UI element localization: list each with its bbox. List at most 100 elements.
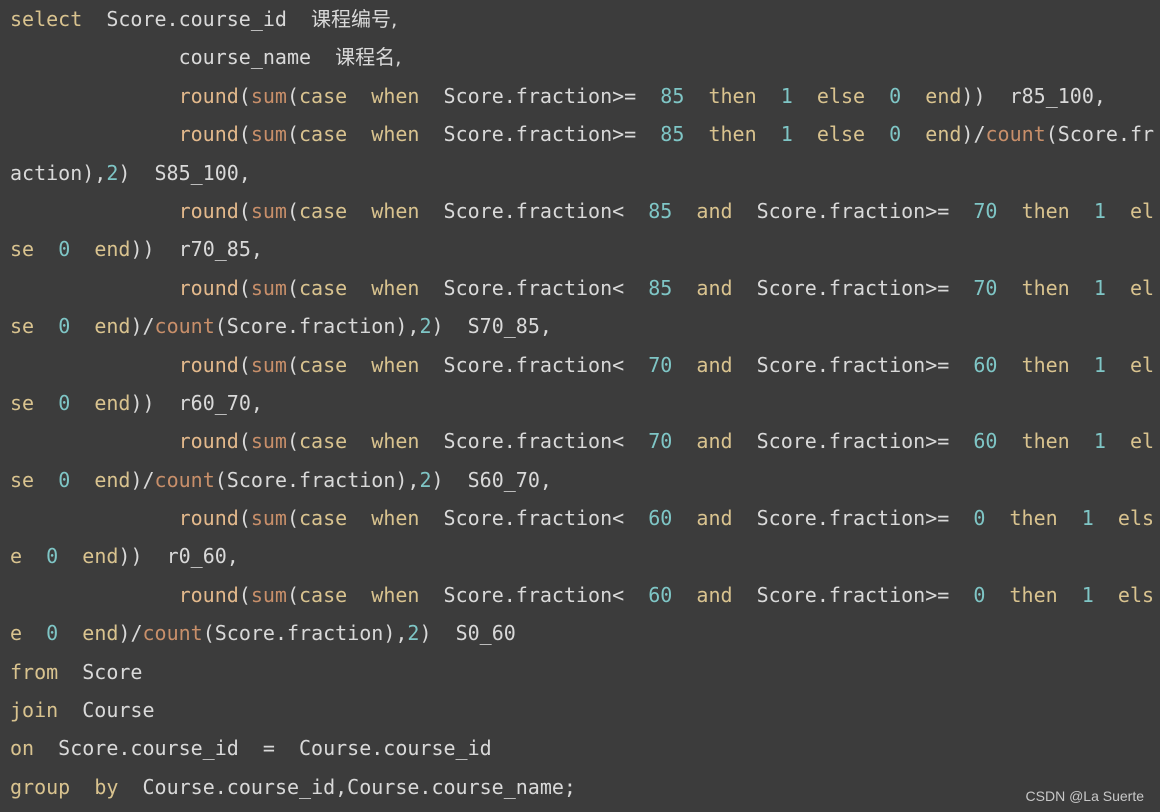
code-line: round(sum(case when Score.fraction< 85 a…: [10, 192, 1160, 230]
aggregate-token: sum: [250, 582, 287, 607]
text-token: (: [286, 198, 300, 223]
text-token: Score.fraction>=: [732, 582, 974, 607]
text-token: (: [286, 506, 300, 531]
keyword-token: and: [696, 352, 733, 377]
text-token: 课程名,: [335, 45, 402, 70]
number-token: 85: [648, 198, 673, 223]
text-token: ) S60_70,: [431, 467, 552, 492]
text-token: (Score.fraction),: [214, 314, 420, 339]
text-token: course_name: [10, 45, 336, 70]
text-token: Score.fraction>=: [419, 122, 661, 147]
aggregate-token: sum: [250, 352, 287, 377]
function-token: round: [178, 429, 239, 454]
aggregate-token: sum: [250, 275, 287, 300]
number-token: 0: [889, 122, 902, 147]
text-token: )) r0_60,: [118, 544, 239, 569]
text-token: (: [286, 429, 300, 454]
number-token: 70: [648, 429, 673, 454]
text-token: )/: [130, 314, 155, 339]
number-token: 2: [419, 314, 432, 339]
keyword-token: case: [299, 429, 348, 454]
aggregate-token: count: [142, 621, 203, 646]
aggregate-token: count: [154, 314, 215, 339]
text-token: Score.fraction>=: [732, 352, 974, 377]
keyword-token: and: [696, 198, 733, 223]
text-token: Score.fraction>=: [732, 275, 974, 300]
keyword-token: end: [925, 83, 962, 108]
aggregate-token: sum: [250, 198, 287, 223]
text-token: Score: [58, 659, 143, 684]
code-line: action),2) S85_100,: [10, 154, 1160, 192]
keyword-token: els: [1117, 506, 1155, 531]
keyword-token: then: [708, 122, 757, 147]
code-line: round(sum(case when Score.fraction< 70 a…: [10, 422, 1160, 460]
text-token: (: [286, 352, 300, 377]
text-token: Course.course_id,Course.course_name;: [118, 774, 576, 799]
keyword-token: from: [10, 659, 59, 684]
keyword-token: case: [299, 275, 348, 300]
text-token: (: [286, 275, 300, 300]
sql-code-editor[interactable]: select Score.course_id 课程编号, course_name…: [10, 0, 1160, 806]
keyword-token: then: [1021, 429, 1070, 454]
text-token: (: [238, 198, 251, 223]
keyword-token: end: [82, 621, 119, 646]
text-token: (: [238, 429, 251, 454]
number-token: 1: [1093, 429, 1106, 454]
function-token: round: [178, 83, 239, 108]
code-line: round(sum(case when Score.fraction< 70 a…: [10, 346, 1160, 384]
keyword-token: case: [299, 198, 348, 223]
text-token: (: [238, 582, 251, 607]
keyword-token: se: [10, 314, 35, 339]
number-token: 0: [889, 83, 902, 108]
keyword-token: when: [371, 582, 420, 607]
number-token: 0: [46, 544, 59, 569]
text-token: 课程编号,: [311, 7, 398, 31]
number-token: 2: [407, 621, 420, 646]
code-line: e 0 end)/count(Score.fraction),2) S0_60: [10, 614, 1160, 652]
keyword-token: then: [1009, 582, 1058, 607]
code-line: round(sum(case when Score.fraction>= 85 …: [10, 115, 1160, 153]
number-token: 85: [648, 275, 673, 300]
text-token: (: [238, 122, 251, 147]
number-token: 1: [1081, 582, 1094, 607]
text-token: (: [238, 275, 251, 300]
keyword-token: when: [371, 352, 420, 377]
keyword-token: e: [10, 544, 23, 569]
text-token: Score.fraction<: [419, 275, 649, 300]
number-token: 0: [58, 390, 71, 415]
keyword-token: end: [94, 390, 131, 415]
text-token: )) r85_100,: [961, 83, 1106, 108]
code-line: select Score.course_id 课程编号,: [10, 0, 1160, 38]
number-token: 60: [973, 352, 998, 377]
text-token: (: [286, 122, 300, 147]
code-line: round(sum(case when Score.fraction< 85 a…: [10, 269, 1160, 307]
text-token: )/: [961, 122, 986, 147]
keyword-token: case: [299, 83, 348, 108]
watermark: CSDN @La Suerte: [1025, 788, 1144, 804]
